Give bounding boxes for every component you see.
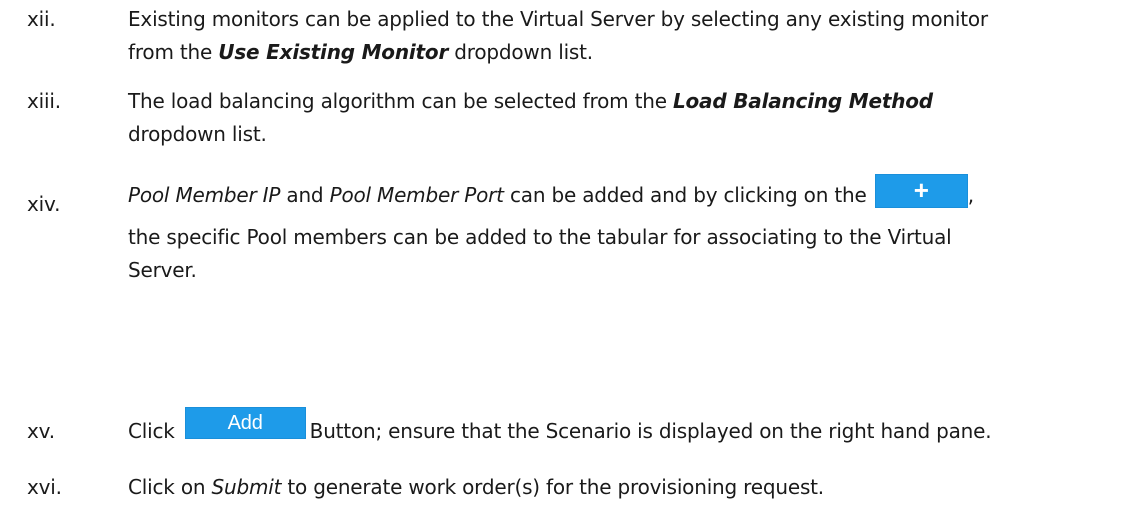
emphasis-pool-member-port: Pool Member Port — [329, 183, 504, 207]
step-text: Existing monitors can be applied to the … — [128, 7, 988, 64]
step-number: xiii. — [27, 89, 61, 113]
step-text: The load balancing algorithm can be sele… — [128, 89, 933, 146]
step-text: Click on Submit to generate work order(s… — [128, 475, 824, 499]
step-number: xiv. — [27, 192, 61, 216]
emphasis-pool-member-ip: Pool Member IP — [128, 183, 281, 207]
add-pool-member-button[interactable]: + — [874, 173, 968, 208]
emphasis-submit: Submit — [211, 475, 282, 499]
emphasis-load-balancing-method: Load Balancing Method — [672, 89, 933, 113]
document-page: xii. Existing monitors can be applied to… — [0, 0, 1132, 513]
step-number: xv. — [27, 419, 55, 443]
step-number: xvi. — [27, 475, 62, 499]
add-button[interactable]: Add — [184, 406, 306, 439]
step-text: Click Add Button; ensure that the Scenario… — [128, 406, 1128, 449]
step-number: xii. — [27, 7, 56, 31]
step-text: Pool Member IP and Pool Member Port can … — [128, 173, 974, 282]
emphasis-use-existing-monitor: Use Existing Monitor — [218, 40, 449, 64]
